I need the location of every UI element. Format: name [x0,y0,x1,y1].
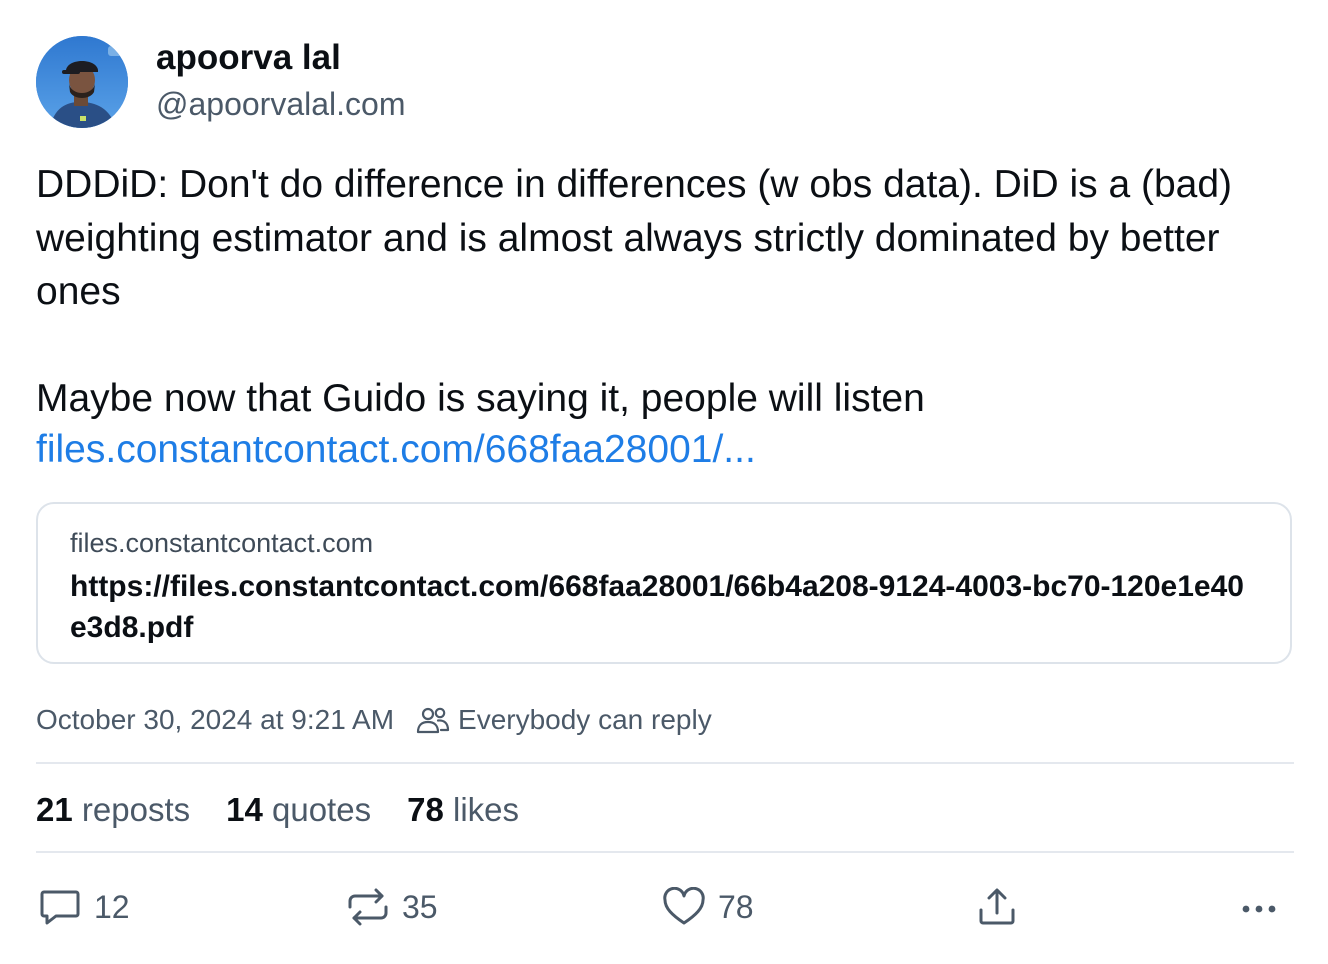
reposts-label: reposts [81,791,191,828]
heart-icon [662,887,706,927]
reposts-count: 21 [36,791,73,828]
quotes-stat[interactable]: 14 quotes [226,791,371,829]
post-text: DDDiD: Don't do difference in difference… [36,163,1233,420]
people-icon [416,705,450,735]
likes-label: likes [452,791,520,828]
like-count: 78 [718,888,754,925]
avatar[interactable] [36,36,128,128]
author-handle[interactable]: @apoorvalal.com [156,86,405,123]
reply-count: 12 [94,888,130,925]
share-button[interactable] [976,884,1018,930]
post-thread-view: apoorva lal @apoorvalal.com DDDiD: Don't… [0,0,1328,964]
comment-icon [38,887,82,927]
repost-button[interactable]: 35 [346,884,438,930]
more-icon [1238,887,1282,927]
quotes-label: quotes [272,791,372,828]
repost-count: 35 [402,888,438,925]
embed-title: https://files.constantcontact.com/668faa… [70,570,1244,644]
link-embed-card[interactable]: files.constantcontact.com https://files.… [36,502,1292,664]
author-name[interactable]: apoorva lal [156,38,341,78]
avatar-image [36,36,128,128]
likes-count: 78 [407,791,444,828]
quotes-count: 14 [226,791,263,828]
divider [36,851,1294,853]
post-meta: October 30, 2024 at 9:21 AM Everybody ca… [36,700,712,740]
repost-icon [346,887,390,927]
post-link[interactable]: files.constantcontact.com/668faa28001/..… [36,423,756,477]
likes-stat[interactable]: 78 likes [407,791,519,829]
reply-setting: Everybody can reply [458,704,712,735]
share-icon [976,886,1018,928]
more-options-button[interactable] [1238,884,1282,930]
reply-button[interactable]: 12 [38,884,130,930]
like-button[interactable]: 78 [662,884,754,930]
reposts-stat[interactable]: 21 reposts [36,791,190,829]
embed-domain: files.constantcontact.com [70,528,374,558]
post-timestamp[interactable]: October 30, 2024 at 9:21 AM [36,704,394,736]
engagement-stats: 21 reposts 14 quotes 78 likes [36,788,555,832]
divider [36,762,1294,764]
